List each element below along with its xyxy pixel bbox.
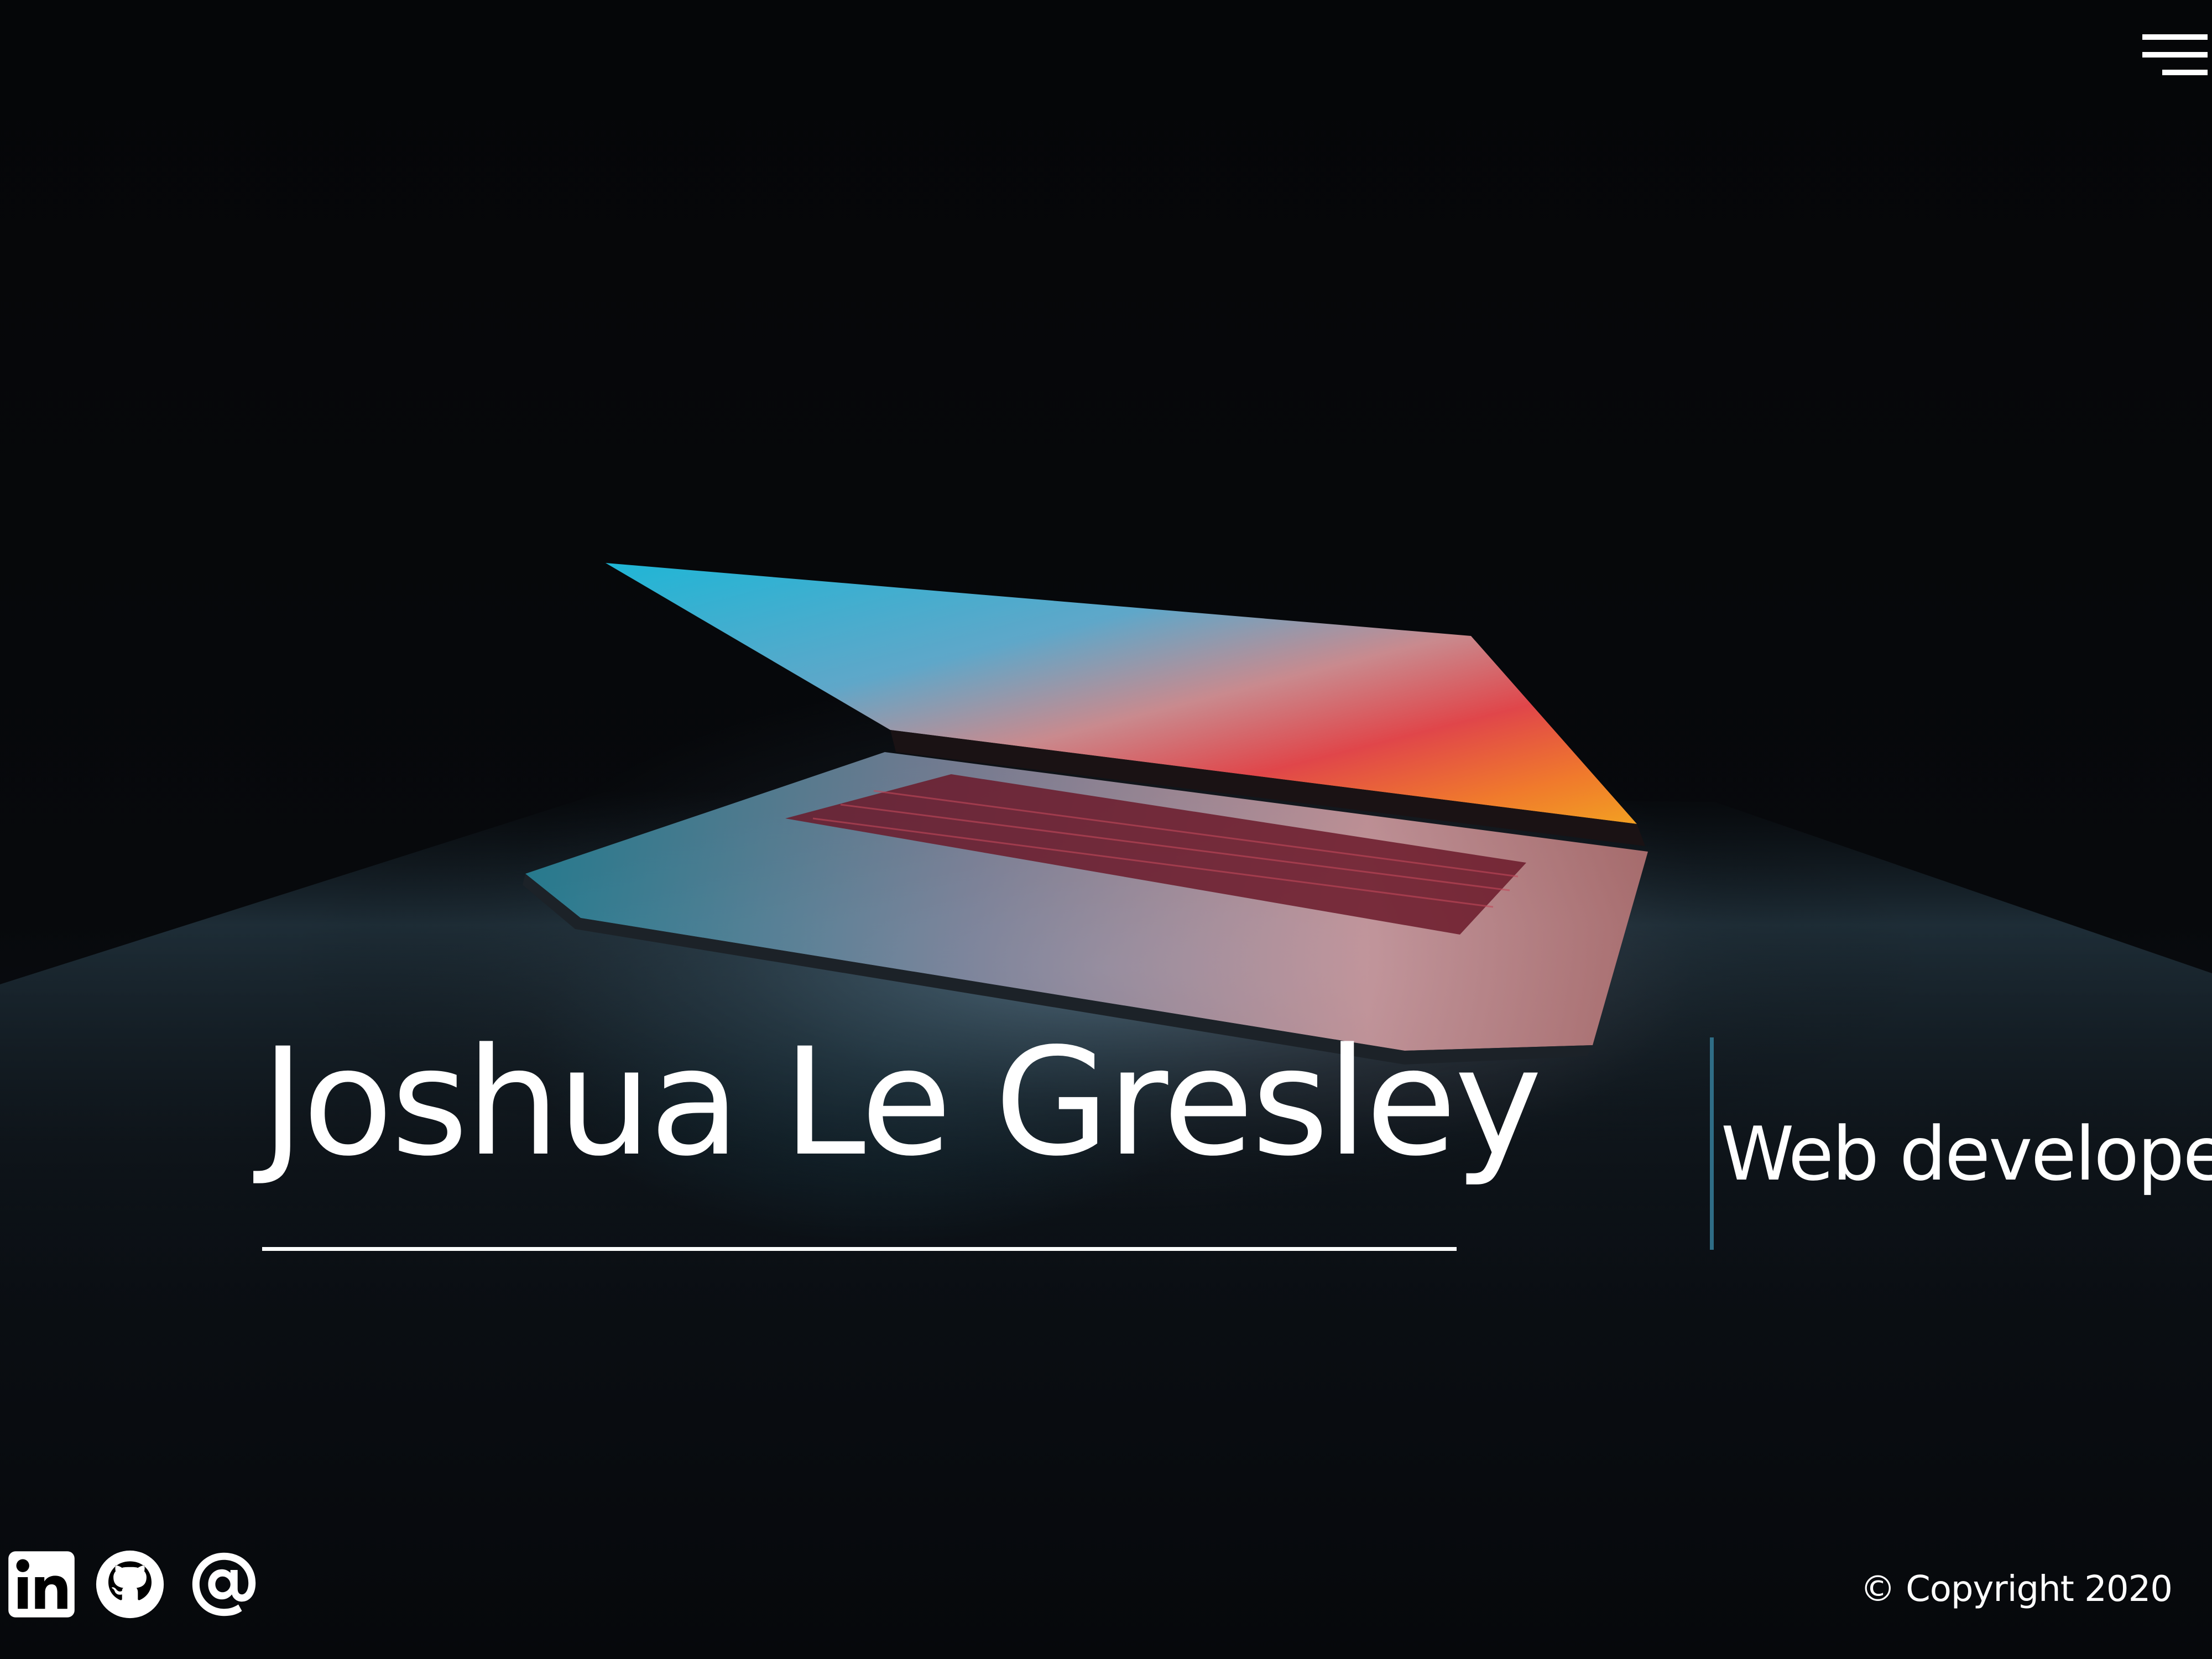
hero-section: Joshua Le Gresley Web developer xyxy=(261,1016,2212,1261)
menu-line xyxy=(2162,70,2208,75)
copyright-text: © Copyright 2020 xyxy=(1860,1569,2173,1610)
menu-line xyxy=(2142,52,2208,58)
text-cursor-bar xyxy=(1710,1037,1714,1250)
name-underline xyxy=(262,1247,1457,1251)
hamburger-menu-icon[interactable] xyxy=(2141,32,2208,85)
email-at-icon[interactable] xyxy=(188,1548,260,1620)
linkedin-icon[interactable] xyxy=(6,1548,77,1620)
background-laptop-image xyxy=(0,563,2212,1327)
landing-page: Joshua Le Gresley Web developer © Copyri… xyxy=(0,0,2212,1659)
menu-line xyxy=(2142,34,2208,40)
hero-role: Web developer xyxy=(1721,1111,2212,1197)
github-icon[interactable] xyxy=(94,1548,166,1620)
hero-name: Joshua Le Gresley xyxy=(261,1016,1542,1189)
